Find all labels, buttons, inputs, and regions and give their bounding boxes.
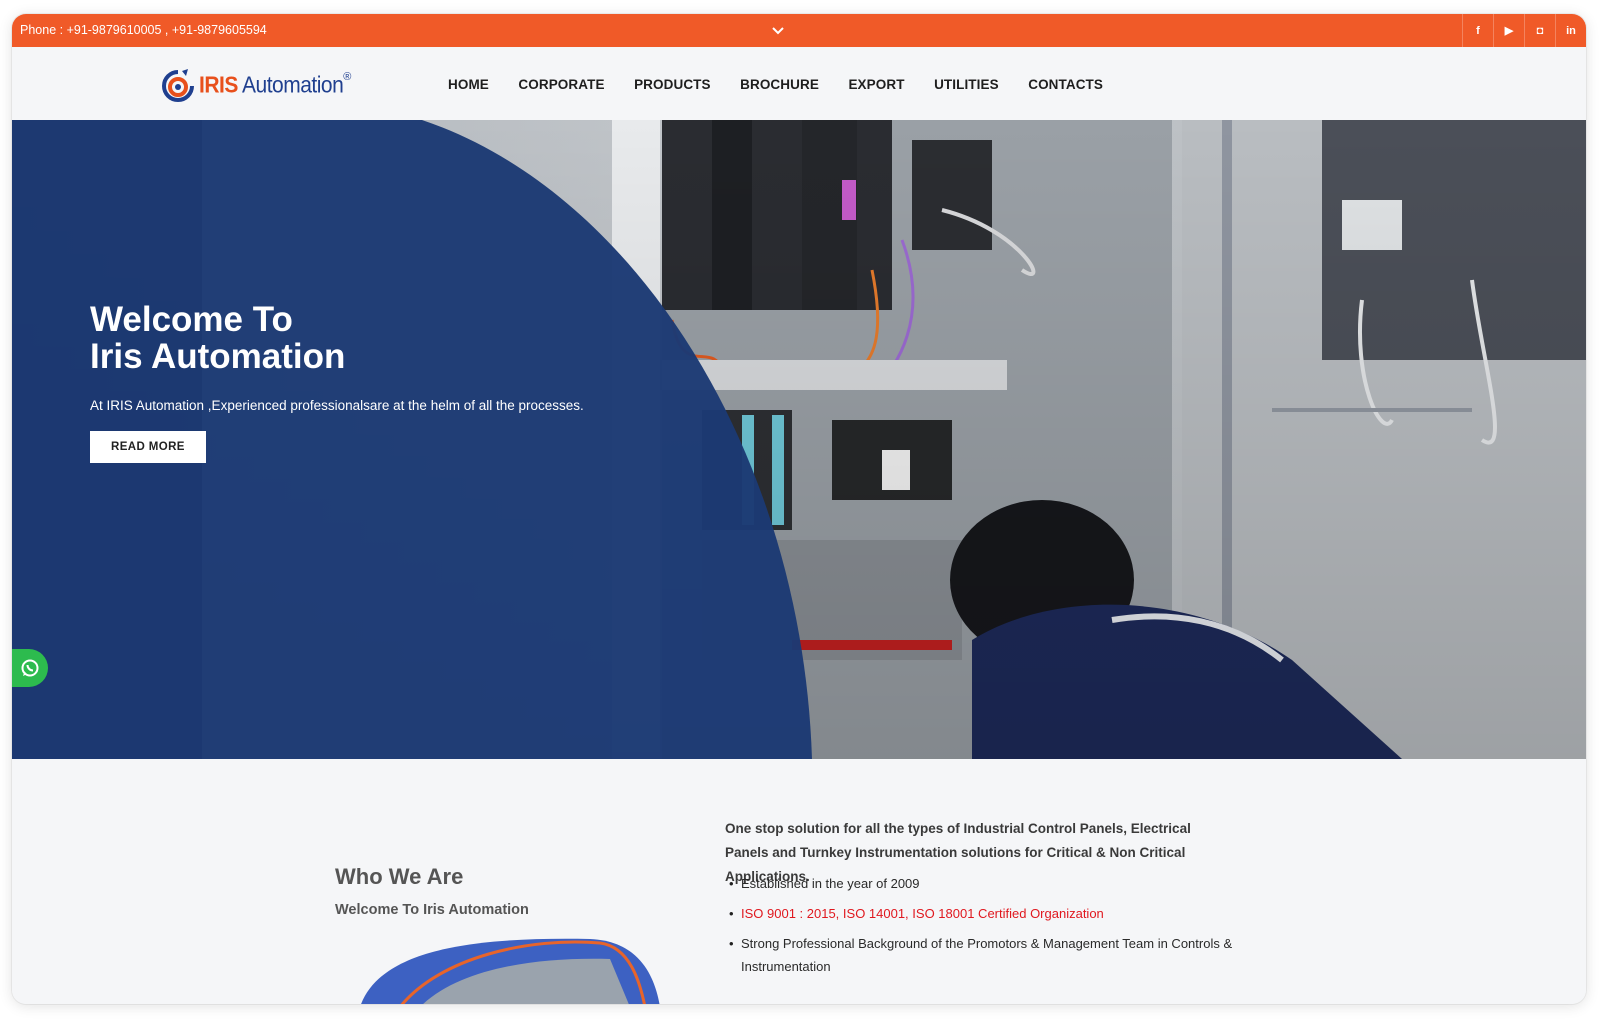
browser-viewport: Phone : +91-9879610005 , +91-9879605594 … xyxy=(12,14,1586,1004)
hero-subtitle: At IRIS Automation ,Experienced professi… xyxy=(90,398,584,413)
top-contact-bar: Phone : +91-9879610005 , +91-9879605594 … xyxy=(12,14,1586,47)
section-heading: Who We Are xyxy=(335,864,464,889)
chevron-down-icon[interactable] xyxy=(770,23,786,39)
who-we-are-section: Who We Are Welcome To Iris Automation On… xyxy=(12,759,1586,1004)
hero-title-line-1: Welcome To xyxy=(90,300,293,339)
phone-numbers: Phone : +91-9879610005 , +91-9879605594 xyxy=(20,23,267,37)
facebook-icon[interactable]: f xyxy=(1462,14,1493,47)
read-more-button[interactable]: READ MORE xyxy=(90,431,206,463)
registered-mark: ® xyxy=(343,71,352,83)
youtube-icon[interactable]: ▶ xyxy=(1493,14,1524,47)
company-highlights-list: Established in the year of 2009 ISO 9001… xyxy=(729,872,1241,985)
hero-title: Welcome To Iris Automation xyxy=(90,301,490,375)
list-item: ISO 9001 : 2015, ISO 14001, ISO 18001 Ce… xyxy=(729,902,1241,925)
instagram-icon[interactable]: ◘ xyxy=(1524,14,1555,47)
hero-banner: Welcome To Iris Automation At IRIS Autom… xyxy=(12,120,1586,759)
iris-logo-icon xyxy=(162,69,194,102)
brand-name-iris: IRIS xyxy=(199,72,238,99)
section-subheading: Welcome To Iris Automation xyxy=(335,902,529,918)
list-item: Established in the year of 2009 xyxy=(729,872,1241,895)
hero-content: Welcome To Iris Automation At IRIS Autom… xyxy=(90,301,584,463)
product-image xyxy=(361,938,660,1004)
list-item: Strong Professional Background of the Pr… xyxy=(729,932,1241,978)
brand-logo[interactable]: IRIS Automation ® xyxy=(158,66,351,106)
nav-corporate[interactable]: CORPORATE xyxy=(518,77,604,92)
nav-contacts[interactable]: CONTACTS xyxy=(1028,77,1103,92)
linkedin-icon[interactable]: in xyxy=(1555,14,1586,47)
nav-export[interactable]: EXPORT xyxy=(848,77,904,92)
whatsapp-icon xyxy=(21,659,39,677)
nav-utilities[interactable]: UTILITIES xyxy=(934,77,999,92)
nav-home[interactable]: HOME xyxy=(448,77,489,92)
social-links: f ▶ ◘ in xyxy=(1462,14,1586,47)
main-navigation: HOME CORPORATE PRODUCTS BROCHURE EXPORT … xyxy=(448,47,1133,121)
hero-title-line-2: Iris Automation xyxy=(90,337,346,376)
nav-products[interactable]: PRODUCTS xyxy=(634,77,711,92)
brand-name-automation: Automation xyxy=(242,72,344,99)
nav-brochure[interactable]: BROCHURE xyxy=(740,77,819,92)
